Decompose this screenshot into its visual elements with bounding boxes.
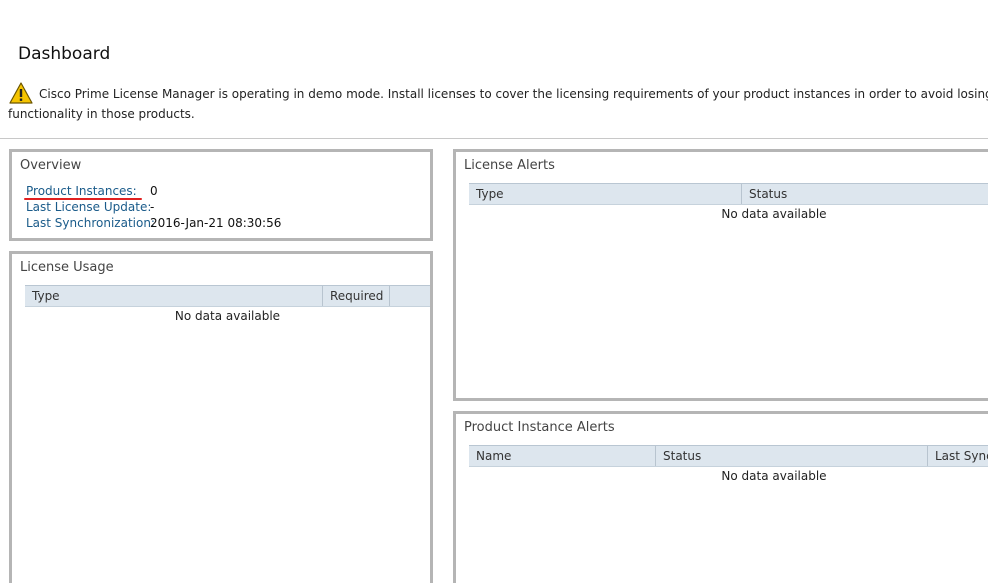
last-synchronization-value: 2016-Jan-21 08:30:56 (150, 216, 282, 230)
product-instance-alerts-table-header: Name Status Last Synch (469, 445, 988, 467)
column-header-required[interactable]: Required (322, 286, 389, 306)
column-header-type[interactable]: Type (25, 286, 322, 306)
license-usage-title: License Usage (20, 260, 114, 275)
demo-mode-banner: Cisco Prime License Manager is operating… (0, 76, 988, 139)
last-license-update-label: Last License Update: (26, 200, 152, 214)
last-synchronization-label: Last Synchronization: (26, 216, 155, 230)
column-header-status[interactable]: Status (741, 184, 988, 204)
column-header-name[interactable]: Name (469, 446, 655, 466)
column-header-status[interactable]: Status (655, 446, 927, 466)
column-header-type[interactable]: Type (469, 184, 741, 204)
column-header-filler (389, 286, 430, 306)
column-header-last-synch[interactable]: Last Synch (927, 446, 988, 466)
overview-row-last-license-update: Last License Update: - (26, 200, 155, 214)
overview-row-product-instances: Product Instances: 0 (26, 184, 158, 198)
license-alerts-panel: License Alerts Type Status No data avail… (453, 149, 988, 401)
product-instance-alerts-title: Product Instance Alerts (464, 420, 615, 435)
banner-message: Cisco Prime License Manager is operating… (8, 87, 988, 121)
license-alerts-table-header: Type Status (469, 183, 988, 205)
dashboard-page: Dashboard Cisco Prime License Manager is… (0, 0, 988, 583)
license-alerts-title: License Alerts (464, 158, 555, 173)
overview-title: Overview (20, 158, 82, 173)
last-license-update-value: - (150, 200, 155, 214)
license-usage-table-header: Type Required (25, 285, 430, 307)
product-instances-value: 0 (150, 184, 158, 198)
product-instance-alerts-panel: Product Instance Alerts Name Status Last… (453, 411, 988, 583)
overview-row-last-synchronization: Last Synchronization: 2016-Jan-21 08:30:… (26, 216, 281, 230)
overview-panel: Overview Product Instances: 0 Last Licen… (9, 149, 433, 241)
license-usage-empty-message: No data available (174, 309, 281, 323)
product-instances-link[interactable]: Product Instances: (26, 184, 137, 198)
license-alerts-empty-message: No data available (721, 207, 827, 221)
page-title: Dashboard (18, 44, 111, 64)
product-instance-alerts-empty-message: No data available (721, 469, 827, 483)
license-usage-panel: License Usage Type Required No data avai… (9, 251, 433, 583)
